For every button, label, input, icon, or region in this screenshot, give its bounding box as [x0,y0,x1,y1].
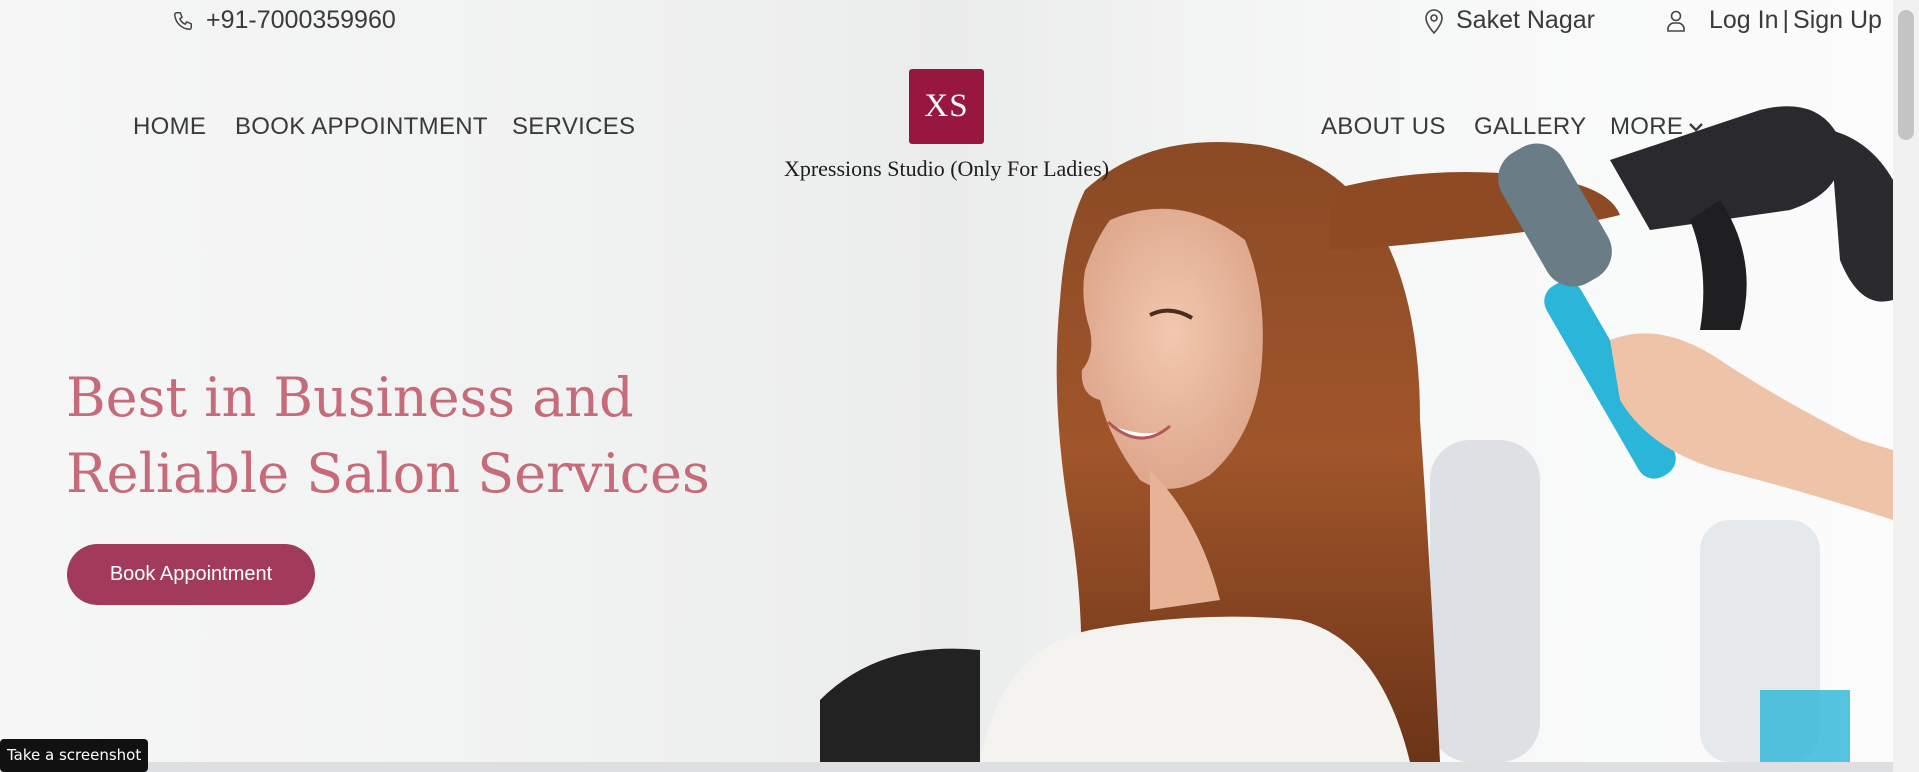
salon-homepage: +91-7000359960 Saket Nagar Log In | Sign U… [0,0,1893,762]
account-separator: | [1782,6,1790,34]
vertical-scrollbar[interactable] [1893,0,1919,772]
nav-more-label: MORE [1610,113,1684,140]
nav-services[interactable]: SERVICES [512,113,635,141]
map-pin-icon [1425,8,1443,34]
hero-headline-line1: Best in Business and [66,366,634,429]
location-name[interactable]: Saket Nagar [1456,6,1595,35]
phone-number[interactable]: +91-7000359960 [206,6,396,35]
user-icon [1667,10,1685,32]
brand-name: Xpressions Studio (Only For Ladies) [783,156,1110,181]
screenshot-tooltip[interactable]: Take a screenshot [0,739,149,772]
top-bar: +91-7000359960 Saket Nagar Log In | Sign U… [0,0,1893,46]
login-link[interactable]: Log In [1709,6,1779,34]
logo-text: XS [924,88,969,124]
hero-headline-line2: Reliable Salon Services [66,442,710,505]
chevron-down-icon [1689,123,1704,132]
signup-link[interactable]: Sign Up [1793,6,1882,34]
nav-about-us[interactable]: ABOUT US [1321,113,1446,141]
account-links: Log In | Sign Up [1667,6,1882,35]
scrollbar-thumb[interactable] [1898,10,1914,140]
phone-contact[interactable]: +91-7000359960 [172,6,396,35]
brand-logo[interactable]: XS [909,69,984,144]
book-appointment-button[interactable]: Book Appointment [67,544,315,605]
nav-more[interactable]: MORE [1610,113,1704,141]
nav-gallery[interactable]: GALLERY [1474,113,1586,141]
page-bottom-edge [0,762,1893,772]
nav-home[interactable]: HOME [133,113,206,141]
nav-book-appointment[interactable]: BOOK APPOINTMENT [235,113,488,141]
phone-icon [174,11,192,30]
hero-headline: Best in Business and Reliable Salon Serv… [66,360,710,512]
location-selector[interactable]: Saket Nagar [1424,6,1595,35]
